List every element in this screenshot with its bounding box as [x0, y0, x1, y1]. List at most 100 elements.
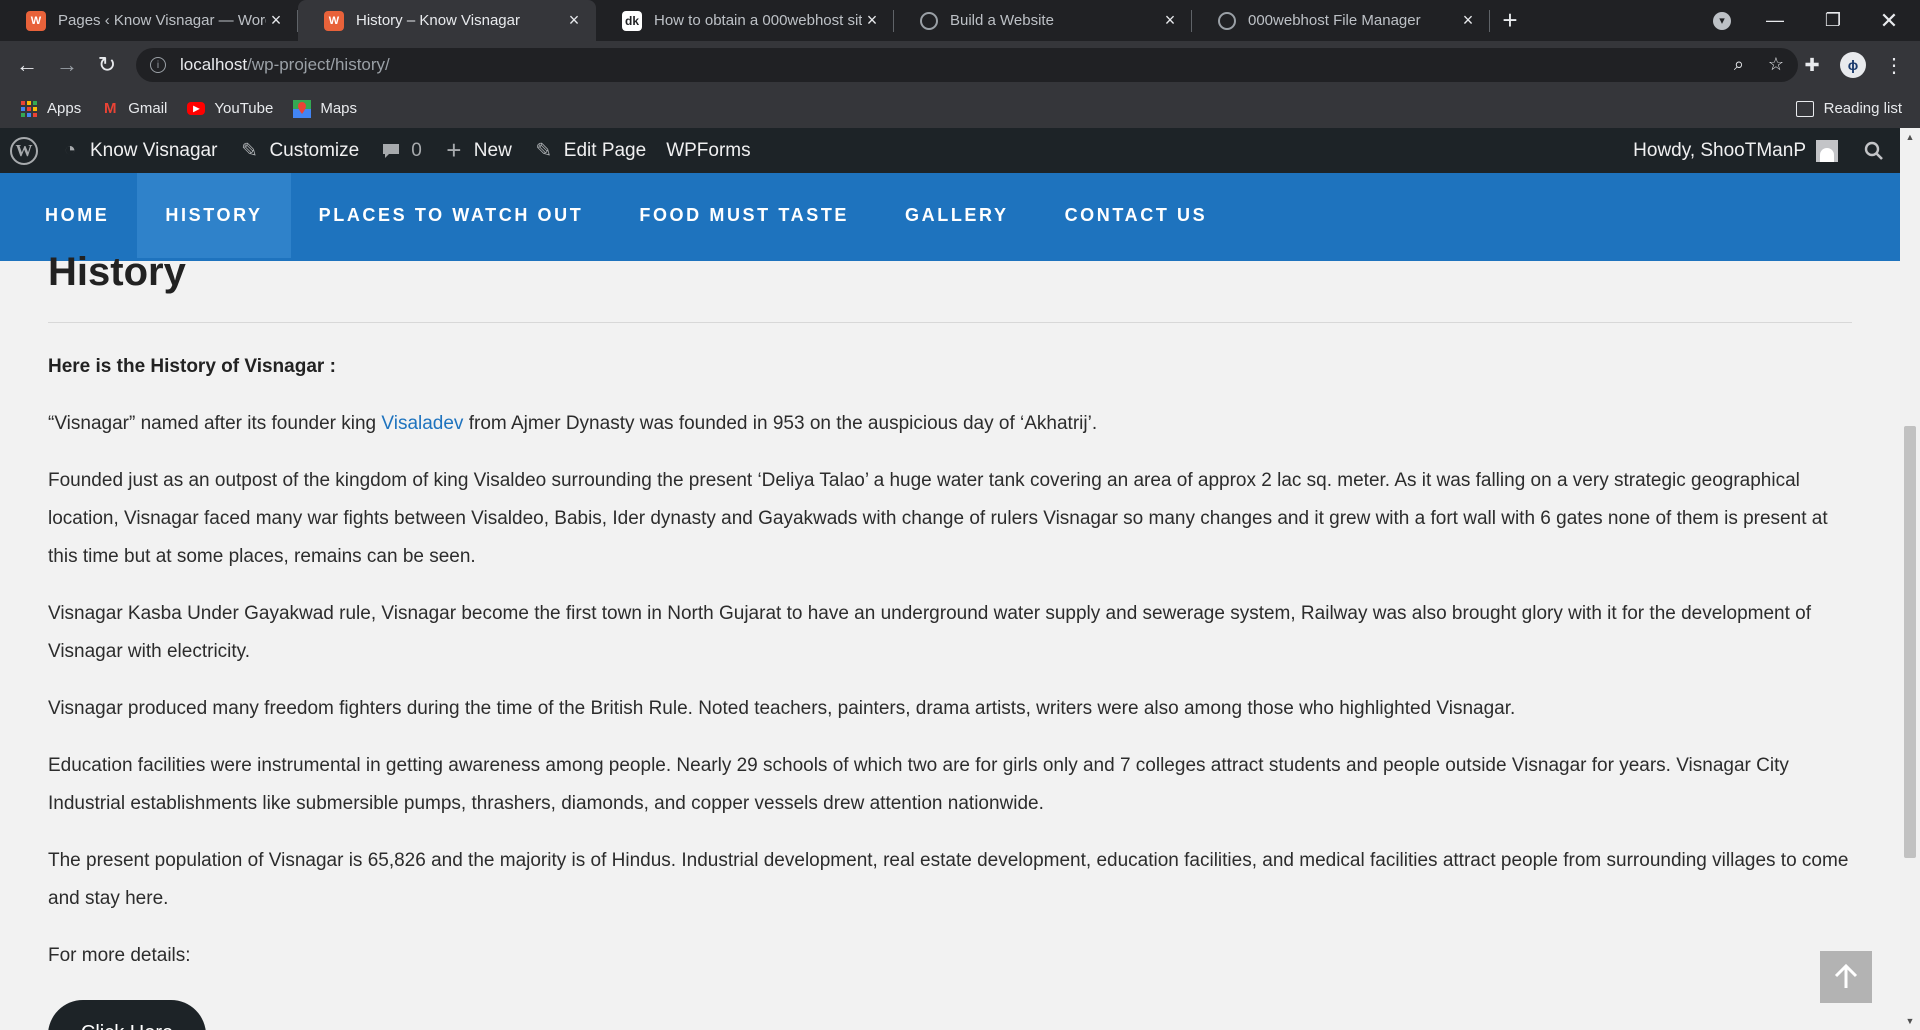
tab-list: W Pages ‹ Know Visnagar — WordPress × W … [0, 0, 1530, 41]
tab-close-icon[interactable]: × [862, 10, 882, 31]
arrow-up-icon [1834, 963, 1858, 988]
address-bar[interactable]: i localhost /wp-project/history/ ⌕ ☆ [136, 48, 1798, 82]
back-arrow-icon[interactable]: ← [9, 41, 45, 89]
scroll-to-top-button[interactable] [1820, 951, 1872, 1003]
admin-bar-right: Howdy, ShooTManP [1623, 128, 1900, 173]
apps-grid-icon [20, 100, 38, 118]
bookmark-youtube[interactable]: ▶ YouTube [187, 100, 273, 117]
click-here-button[interactable]: Click Here [48, 1000, 206, 1030]
admin-site-name-label: Know Visnagar [90, 139, 218, 161]
browser-tab-active[interactable]: W History – Know Visnagar × [298, 0, 596, 41]
tab-title: 000webhost File Manager [1248, 12, 1421, 29]
paragraph: Education facilities were instrumental i… [48, 755, 1789, 814]
admin-wpforms[interactable]: WPForms [656, 128, 760, 173]
reading-list-icon [1795, 100, 1814, 117]
bookmark-star-icon[interactable]: ☆ [1768, 54, 1784, 75]
admin-site-name[interactable]: ◔ Know Visnagar [48, 128, 227, 173]
pencil-icon: ✎ [535, 140, 553, 162]
site-navigation: HOME HISTORY PLACES TO WATCH OUT FOOD MU… [0, 173, 1900, 261]
more-details-label: For more details: [48, 945, 191, 966]
admin-customize-label: Customize [269, 139, 360, 161]
reload-icon[interactable]: ↻ [89, 41, 125, 89]
tab-close-icon[interactable]: × [1160, 10, 1180, 31]
new-tab-button[interactable]: + [1490, 0, 1530, 41]
bookmarks-bar: Apps M Gmail ▶ YouTube Maps Reading list [0, 89, 1920, 128]
reading-list-button[interactable]: Reading list [1795, 89, 1902, 128]
nav-contact-us[interactable]: CONTACT US [1037, 173, 1236, 258]
forward-arrow-icon[interactable]: → [49, 41, 85, 89]
admin-comments-count: 0 [411, 139, 422, 161]
admin-search-button[interactable] [1848, 128, 1900, 173]
visaladev-link[interactable]: Visaladev [381, 413, 463, 434]
admin-account-menu[interactable]: Howdy, ShooTManP [1623, 128, 1848, 173]
user-avatar-icon [1816, 139, 1838, 162]
tab-search-icon[interactable]: ▾ [1704, 0, 1740, 41]
tab-title: Pages ‹ Know Visnagar — WordPress [58, 12, 266, 29]
admin-new-label: New [473, 139, 512, 161]
admin-wpforms-label: WPForms [666, 139, 751, 161]
maps-icon [293, 99, 312, 118]
paragraph: Visnagar produced many freedom fighters … [48, 698, 1516, 719]
paragraph-text: “Visnagar” named after its founder king [48, 413, 382, 434]
wordpress-logo-icon: W [10, 136, 38, 165]
tab-close-icon[interactable]: × [1458, 10, 1478, 31]
admin-comments[interactable]: 0 [369, 128, 432, 173]
intro-heading: Here is the History of Visnagar : [48, 356, 336, 377]
wp-logo-button[interactable]: W [0, 128, 48, 173]
scroll-up-arrow-icon[interactable]: ▲ [1900, 128, 1920, 146]
paragraph: The present population of Visnagar is 65… [48, 850, 1849, 909]
profile-avatar[interactable]: ϕ [1835, 41, 1871, 89]
page-scrollbar[interactable]: ▲ ▼ [1900, 128, 1920, 1030]
tab-close-icon[interactable]: × [266, 10, 286, 31]
admin-new[interactable]: + New [432, 128, 522, 173]
tab-divider [1489, 10, 1490, 32]
nav-places-to-watch-out[interactable]: PLACES TO WATCH OUT [291, 173, 612, 258]
bookmark-maps[interactable]: Maps [293, 99, 357, 118]
bookmark-gmail[interactable]: M Gmail [101, 100, 167, 118]
plus-icon: + [446, 135, 462, 165]
tab-title: How to obtain a 000webhost site [654, 12, 862, 29]
globe-icon [920, 11, 938, 30]
paragraph: “Visnagar” named after its founder king … [48, 405, 1858, 443]
paragraph-text: from Ajmer Dynasty was founded in 953 on… [463, 413, 1098, 434]
scrollbar-thumb[interactable] [1904, 426, 1916, 858]
browser-tab[interactable]: 000webhost File Manager × [1192, 0, 1490, 41]
title-divider [48, 322, 1852, 323]
profile-initial: ϕ [1840, 52, 1866, 78]
dashboard-gauge-icon: ◔ [63, 139, 77, 161]
nav-food-must-taste[interactable]: FOOD MUST TASTE [611, 173, 877, 258]
nav-home[interactable]: HOME [17, 173, 137, 258]
browser-tabstrip: W Pages ‹ Know Visnagar — WordPress × W … [0, 0, 1920, 41]
admin-edit-page[interactable]: ✎ Edit Page [522, 128, 656, 173]
browser-tab[interactable]: W Pages ‹ Know Visnagar — WordPress × [0, 0, 298, 41]
paragraph: Visnagar Kasba Under Gayakwad rule, Visn… [48, 603, 1812, 662]
nav-history[interactable]: HISTORY [137, 173, 291, 258]
minimize-icon[interactable]: — [1752, 0, 1798, 41]
tab-title: Build a Website [950, 12, 1054, 29]
dk-icon: dk [622, 10, 642, 31]
zoom-icon[interactable]: ⌕ [1734, 54, 1744, 75]
url-host: localhost [180, 55, 248, 74]
reading-list-label: Reading list [1823, 100, 1902, 117]
wp-orange-icon: W [26, 10, 46, 31]
menu-kebab-icon[interactable]: ⋮ [1876, 41, 1912, 89]
admin-customize[interactable]: ✎ Customize [227, 128, 369, 173]
restore-icon[interactable]: ❐ [1810, 0, 1856, 41]
site-info-icon[interactable]: i [150, 57, 166, 73]
extensions-puzzle-icon[interactable]: ✚ [1794, 41, 1830, 89]
scroll-down-arrow-icon[interactable]: ▼ [1900, 1012, 1920, 1030]
bookmark-apps[interactable]: Apps [20, 100, 81, 118]
browser-tab[interactable]: dk How to obtain a 000webhost site × [596, 0, 894, 41]
youtube-icon: ▶ [187, 102, 206, 115]
nav-gallery[interactable]: GALLERY [877, 173, 1037, 258]
window-close-icon[interactable]: ✕ [1866, 0, 1912, 41]
admin-edit-page-label: Edit Page [563, 139, 647, 161]
bookmark-label: Apps [47, 100, 82, 117]
browser-toolbar: ← → ↻ i localhost /wp-project/history/ ⌕… [0, 41, 1920, 89]
paragraph: Founded just as an outpost of the kingdo… [48, 470, 1828, 567]
page-title: History [48, 250, 186, 294]
tab-close-icon[interactable]: × [564, 10, 584, 31]
gmail-icon: M [103, 100, 117, 117]
browser-tab[interactable]: Build a Website × [894, 0, 1192, 41]
tab-title: History – Know Visnagar [356, 12, 520, 29]
